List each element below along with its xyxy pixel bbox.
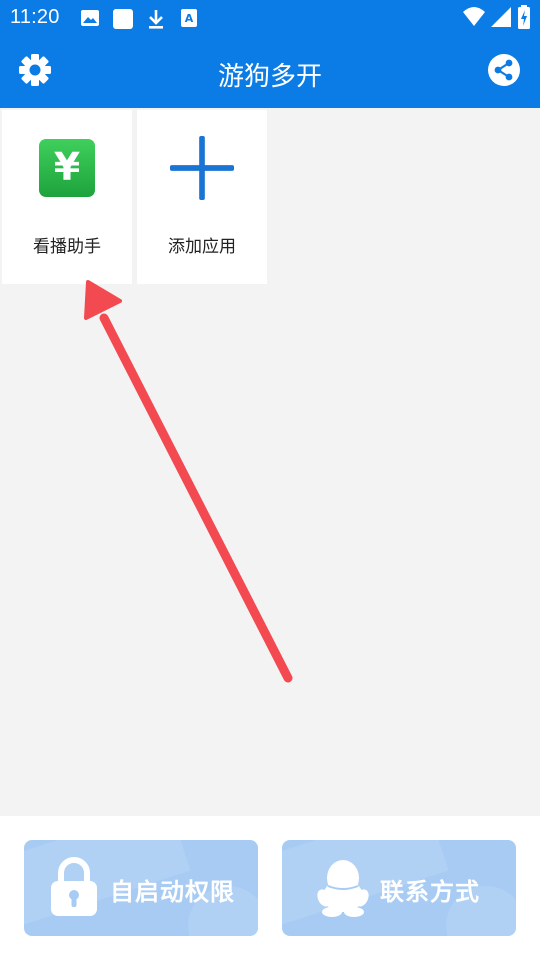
bottom-bar: 自启动权限 联系方式 <box>0 816 540 960</box>
autostart-permission-button[interactable]: 自启动权限 <box>24 840 258 936</box>
contact-button[interactable]: 联系方式 <box>282 840 516 936</box>
autostart-permission-label: 自启动权限 <box>110 878 235 906</box>
contact-label: 联系方式 <box>380 878 480 906</box>
qq-penguin-icon <box>316 856 370 922</box>
lock-icon <box>48 856 100 922</box>
